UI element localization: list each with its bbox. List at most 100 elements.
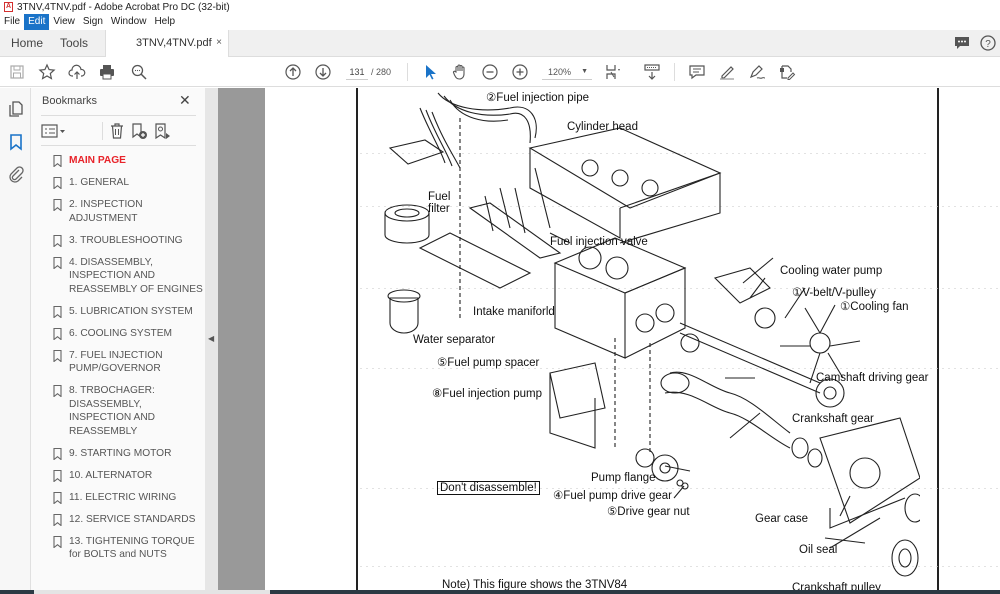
main-toolbar: 131 / 280 120% ▼ [0,57,1000,87]
menu-bar: File Edit View Sign Window Help [0,14,1000,30]
label-camshaft-driving-gear: Camshaft driving gear [816,372,929,384]
bookmark-label: 4. DISASSEMBLY, INSPECTION AND REASSEMBL… [69,256,203,295]
bookmark-item[interactable]: MAIN PAGE [53,154,203,168]
chevron-down-icon: ▼ [581,68,588,75]
divider [41,115,196,116]
left-icon-rail [0,88,31,594]
label-fuel-injection-pump: ⑧Fuel injection pump [432,388,543,400]
tab-home[interactable]: Home [11,30,43,57]
label-water-separator: Water separator [413,334,496,346]
new-bookmark-icon[interactable] [130,122,148,140]
zoom-out-icon[interactable] [481,63,499,81]
label-pump-flange: Pump flange [591,472,656,484]
bookmark-icon [53,177,62,189]
bookmark-item[interactable]: 12. SERVICE STANDARDS [53,513,203,527]
bookmark-item[interactable]: 11. ELECTRIC WIRING [53,491,203,505]
bookmark-label: MAIN PAGE [69,155,126,166]
bookmark-label: 13. TIGHTENING TORQUE for BOLTS and NUTS [69,535,195,561]
zoom-in-icon[interactable] [511,63,529,81]
menu-file[interactable]: File [0,14,24,30]
bookmarks-panel-icon[interactable] [7,133,25,151]
close-panel-icon[interactable]: ✕ [179,92,191,109]
bookmark-item[interactable]: 6. COOLING SYSTEM [53,327,203,341]
search-zoom-icon[interactable] [130,63,148,81]
help-icon[interactable]: ? [980,35,996,51]
panel-title: Bookmarks [42,95,98,107]
zoom-level-select[interactable]: 120% ▼ [542,64,592,80]
hand-icon[interactable] [451,63,469,81]
page-thumbnails-icon[interactable] [7,100,25,118]
close-tab-icon[interactable]: × [216,30,222,56]
bookmark-icon [53,385,62,397]
save-icon[interactable] [8,63,26,81]
zoom-level-value: 120% [548,67,572,77]
select-cursor-icon[interactable] [421,63,439,81]
bookmark-item[interactable]: 10. ALTERNATOR [53,469,203,483]
menu-view[interactable]: View [49,14,79,30]
label-fuel-injection-pipe: ②Fuel injection pipe [486,92,590,104]
bookmark-item[interactable]: 7. FUEL INJECTION PUMP/GOVERNOR [53,349,203,376]
label-crankshaft-gear: Crankshaft gear [792,413,874,425]
bookmark-icon [53,199,62,211]
tab-tools[interactable]: Tools [60,30,88,57]
bookmark-list: MAIN PAGE 1. GENERAL 2. INSPECTION ADJUSTM… [53,154,203,570]
star-icon[interactable] [38,63,56,81]
bookmark-item[interactable]: 5. LUBRICATION SYSTEM [53,305,203,319]
bookmark-item[interactable]: 13. TIGHTENING TORQUE for BOLTS and NUTS [53,535,203,562]
label-intake-manifold: Intake maniforld [473,306,555,318]
bookmark-label: 6. COOLING SYSTEM [69,327,173,339]
divider [41,145,196,146]
bookmark-item[interactable]: 9. STARTING MOTOR [53,447,203,461]
chat-icon[interactable] [954,35,970,51]
label-fuel: Fuel [428,191,451,203]
menu-sign[interactable]: Sign [79,14,107,30]
bookmark-item[interactable]: 2. INSPECTION ADJUSTMENT [53,198,203,225]
delete-bookmark-icon[interactable] [108,122,126,140]
highlight-pen-icon[interactable] [718,63,736,81]
page-fit-icon[interactable] [604,63,622,81]
bookmark-item[interactable]: 3. TROUBLESHOOTING [53,234,203,248]
bookmark-label: 12. SERVICE STANDARDS [69,513,196,525]
bookmark-icon [53,327,62,340]
page-border-right [937,88,939,594]
bookmark-icon [53,491,62,504]
bookmark-icon [53,305,62,318]
bookmark-icon [53,535,62,548]
bookmark-options-icon[interactable] [41,122,67,140]
bookmark-item[interactable]: 4. DISASSEMBLY, INSPECTION AND REASSEMBL… [53,256,203,297]
scroll-mode-icon[interactable] [643,63,661,81]
page-total: / 280 [371,67,392,77]
panel-splitter[interactable]: ◀ [205,88,218,594]
sign-pen-icon[interactable] [748,63,766,81]
collapse-panel-icon[interactable]: ◀ [208,334,214,343]
fill-sign-icon[interactable] [778,63,796,81]
bookmark-label: 10. ALTERNATOR [69,469,153,481]
bookmark-icon [53,155,62,167]
menu-help[interactable]: Help [150,14,179,30]
label-cooling-water-pump: Cooling water pump [780,265,883,277]
label-drive-gear-nut: ⑤Drive gear nut [607,506,690,518]
comment-icon[interactable] [688,63,706,81]
bookmark-icon [53,256,62,269]
page-gutter [218,88,265,594]
page-number-input[interactable]: 131 [346,64,368,80]
attachments-icon[interactable] [7,165,25,183]
bookmark-label: 1. GENERAL [69,177,130,188]
print-icon[interactable] [98,63,116,81]
tab-document[interactable]: 3TNV,4TNV.pdf × [105,30,229,58]
next-page-icon[interactable] [314,63,332,81]
upload-cloud-icon[interactable] [68,63,86,81]
label-fuel-pump-drive-gear: ④Fuel pump drive gear [553,490,672,502]
pdf-app-icon: A [4,2,13,12]
label-fuel-pump-spacer: ⑤Fuel pump spacer [437,357,540,369]
bookmark-item[interactable]: 1. GENERAL [53,176,203,190]
toolbar-divider [674,63,675,81]
toolbar-divider [407,63,408,81]
bookmark-from-selection-icon[interactable] [153,122,171,140]
bookmark-icon [53,349,62,362]
bookmark-item[interactable]: 8. TRBOCHAGER: DISASSEMBLY, INSPECTION A… [53,384,203,438]
menu-edit[interactable]: Edit [24,14,50,30]
prev-page-icon[interactable] [284,63,302,81]
document-viewport[interactable]: ②Fuel injection pipe Cylinder head Fuel … [218,88,1000,594]
menu-window[interactable]: Window [107,14,151,30]
